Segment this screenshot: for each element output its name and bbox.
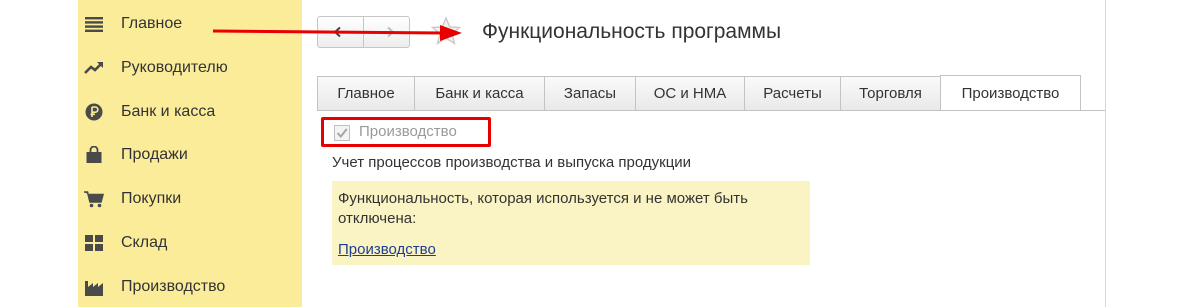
back-button[interactable]: [318, 17, 364, 47]
shopping-bag-icon: [84, 145, 104, 165]
menu-lines-icon: [84, 14, 104, 34]
info-panel: Функциональность, которая используется и…: [332, 181, 810, 265]
sidebar-item-label: Главное: [121, 15, 183, 32]
sidebar-item-sales[interactable]: Продажи: [78, 135, 302, 175]
annotation-highlight-box: [321, 117, 491, 147]
main-panel: Функциональность программы Главное Банк …: [302, 0, 1106, 307]
production-link[interactable]: Производство: [338, 241, 436, 258]
sidebar-item-manager[interactable]: Руководителю: [78, 48, 302, 88]
favorite-star-icon[interactable]: [430, 16, 462, 46]
tab-trade[interactable]: Торговля: [840, 76, 941, 110]
tab-divider: [317, 110, 1105, 111]
sidebar-item-label: Покупки: [121, 190, 182, 207]
sidebar-item-label: Склад: [121, 234, 168, 251]
info-text: Функциональность, которая используется и…: [338, 189, 748, 229]
tab-inventory[interactable]: Запасы: [544, 76, 636, 110]
tab-fixed-assets[interactable]: ОС и НМА: [635, 76, 745, 110]
tab-payroll[interactable]: Расчеты: [744, 76, 841, 110]
sidebar-item-bank[interactable]: Банк и касса: [78, 92, 302, 132]
warehouse-grid-icon: [84, 233, 104, 253]
shopping-cart-icon: [84, 189, 104, 209]
sidebar-item-label: Руководителю: [121, 59, 228, 76]
sidebar-item-warehouse[interactable]: Склад: [78, 223, 302, 263]
factory-icon: [84, 277, 104, 297]
sidebar-item-main[interactable]: Главное: [78, 4, 302, 44]
production-description: Учет процессов производства и выпуска пр…: [332, 154, 692, 171]
ruble-coin-icon: [84, 102, 104, 122]
page-title: Функциональность программы: [482, 20, 782, 43]
tab-production[interactable]: Производство: [940, 75, 1081, 111]
sidebar-item-production[interactable]: Производство: [78, 267, 302, 307]
sidebar-item-label: Продажи: [121, 146, 188, 163]
sidebar-item-label: Производство: [121, 278, 226, 295]
navigation-buttons: [317, 16, 410, 48]
info-line-2: отключена:: [338, 210, 417, 227]
tab-bank-cash[interactable]: Банк и касса: [414, 76, 545, 110]
info-line-1: Функциональность, которая используется и…: [338, 190, 748, 207]
tab-main[interactable]: Главное: [317, 76, 415, 110]
sidebar-item-purchases[interactable]: Покупки: [78, 179, 302, 219]
forward-button[interactable]: [364, 17, 409, 47]
trend-chart-icon: [84, 58, 104, 78]
sidebar: Главное Руководителю Банк и касса Продаж…: [78, 0, 303, 307]
sidebar-item-label: Банк и касса: [121, 103, 216, 120]
arrow-left-icon: [333, 26, 348, 38]
arrow-right-icon: [379, 26, 394, 38]
